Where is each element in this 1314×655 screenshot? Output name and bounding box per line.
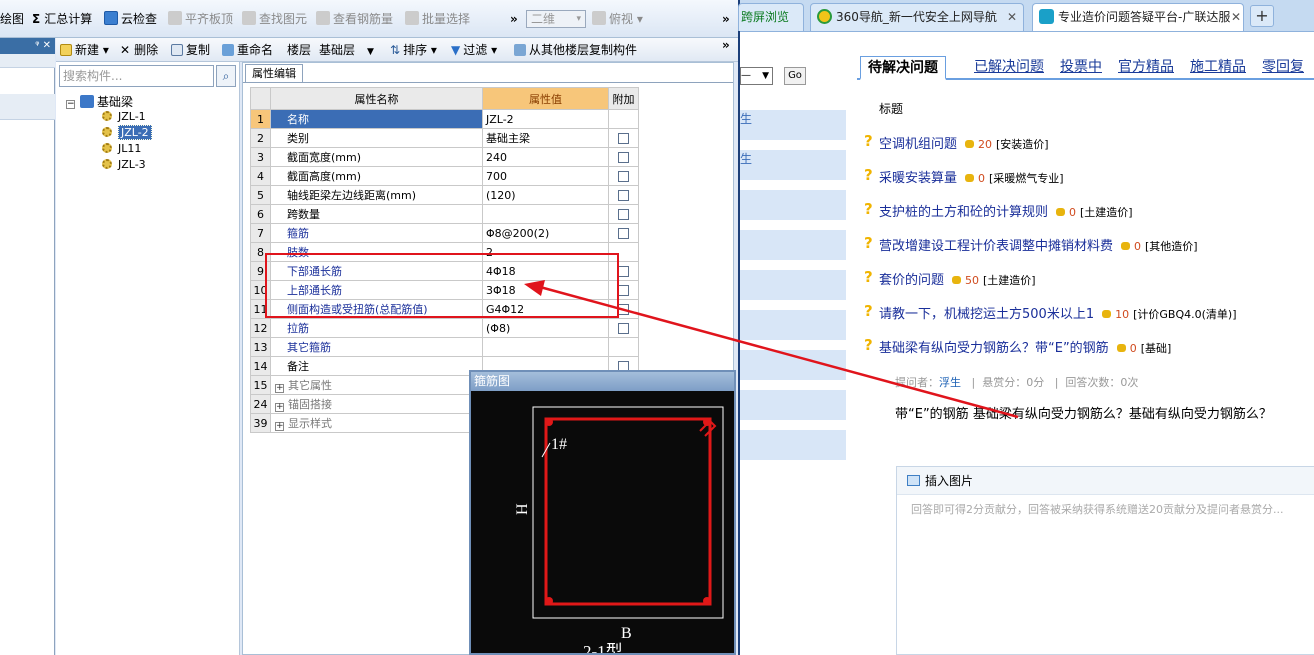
highlight-box	[265, 253, 619, 318]
annotation-overlay	[265, 253, 1019, 419]
annotation-arrow-line	[539, 285, 1019, 419]
arrowhead-icon	[524, 280, 545, 296]
